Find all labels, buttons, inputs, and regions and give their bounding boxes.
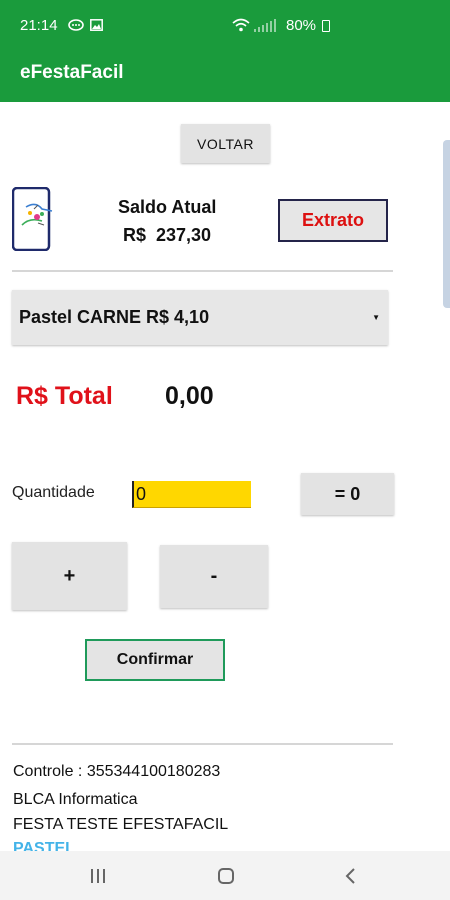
decrement-button[interactable]: - (160, 545, 268, 608)
company-name: BLCA Informatica (13, 791, 138, 808)
battery-percent: 80% (286, 17, 317, 34)
total-label: R$ Total (16, 382, 113, 410)
gallery-icon (90, 19, 103, 31)
status-time: 21:14 (20, 17, 58, 34)
quantity-label: Quantidade (12, 484, 95, 501)
home-icon[interactable] (218, 868, 234, 884)
total-value: 0,00 (165, 382, 214, 410)
app-screen: 21:14 80% eFestaFacil VOLTAR Saldo Atual… (0, 0, 450, 900)
signal-icon (254, 19, 276, 32)
statement-button[interactable]: Extrato (278, 199, 388, 242)
recent-apps-icon[interactable] (91, 869, 105, 883)
wifi-icon (232, 18, 250, 32)
back-button[interactable]: VOLTAR (181, 124, 270, 163)
status-notification-icons (68, 19, 103, 31)
battery-icon (322, 20, 330, 32)
confirm-button[interactable]: Confirmar (85, 639, 225, 681)
app-bar: eFestaFacil (0, 50, 450, 102)
balance-label: Saldo Atual (118, 197, 217, 217)
increment-button[interactable]: + (12, 542, 127, 610)
control-number: Controle : 355344100180283 (13, 763, 221, 780)
dropdown-caret-icon: ▼ (372, 313, 380, 322)
divider (12, 743, 393, 745)
message-icon (68, 19, 84, 31)
back-icon[interactable] (344, 867, 356, 885)
navigation-bar (0, 851, 450, 900)
quantity-input[interactable] (132, 481, 251, 508)
app-title: eFestaFacil (20, 62, 124, 83)
divider (12, 270, 393, 272)
phone-payment-icon (12, 187, 53, 251)
event-name: FESTA TESTE EFESTAFACIL (13, 816, 229, 833)
status-bar: 21:14 80% (0, 0, 450, 50)
product-select-value: Pastel CARNE R$ 4,10 (19, 307, 210, 327)
quantity-result-button[interactable]: = 0 (301, 473, 394, 515)
scroll-indicator[interactable] (443, 140, 450, 308)
balance-value: R$ 237,30 (123, 225, 212, 245)
product-select[interactable]: Pastel CARNE R$ 4,10 ▼ (12, 290, 388, 345)
